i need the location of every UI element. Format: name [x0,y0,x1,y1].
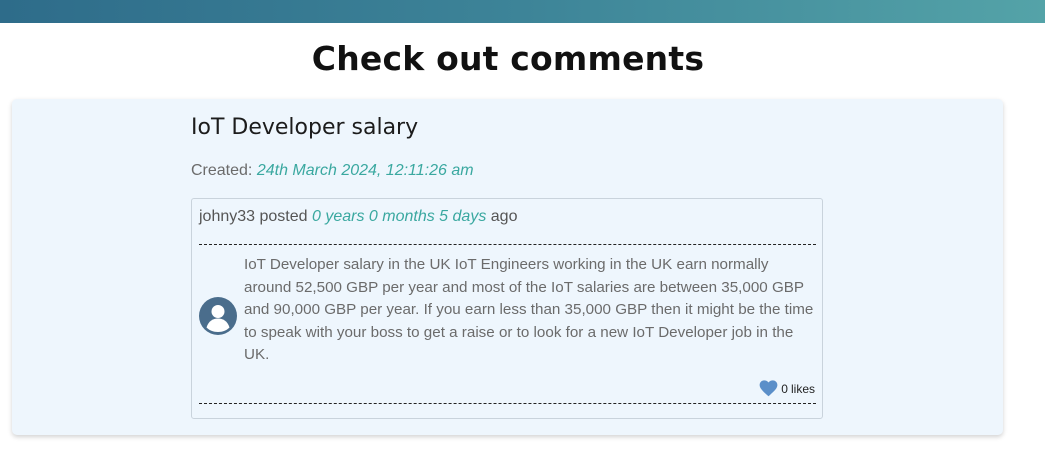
comment-author[interactable]: johny33 [199,208,255,225]
comment-ago-word: ago [490,208,518,225]
page-title: Check out comments [311,39,705,78]
post-title: IoT Developer salary [191,115,419,140]
comment-box: johny33 posted 0 years 0 months 5 days a… [191,198,823,419]
user-avatar-icon [199,297,237,335]
comment-elapsed-time: 0 years 0 months 5 days [312,208,487,225]
comment-body: IoT Developer salary in the UK IoT Engin… [244,256,814,363]
comment-top-divider [199,244,816,245]
likes-count: 0 [781,381,788,396]
created-label: Created: [191,162,253,179]
likes-counter: 0 likes [759,380,815,397]
heart-icon[interactable] [759,380,778,397]
post-card: IoT Developer salary Created: 24th March… [12,99,1003,435]
comment-header: johny33 posted 0 years 0 months 5 days a… [199,207,517,227]
comment-bottom-divider [199,403,816,404]
header-bar [0,0,1045,23]
likes-word: likes [790,381,815,396]
created-date: 24th March 2024, 12:11:26 am [256,162,474,179]
comment-posted-word: posted [259,208,308,225]
created-line: Created: 24th March 2024, 12:11:26 am [191,161,474,181]
